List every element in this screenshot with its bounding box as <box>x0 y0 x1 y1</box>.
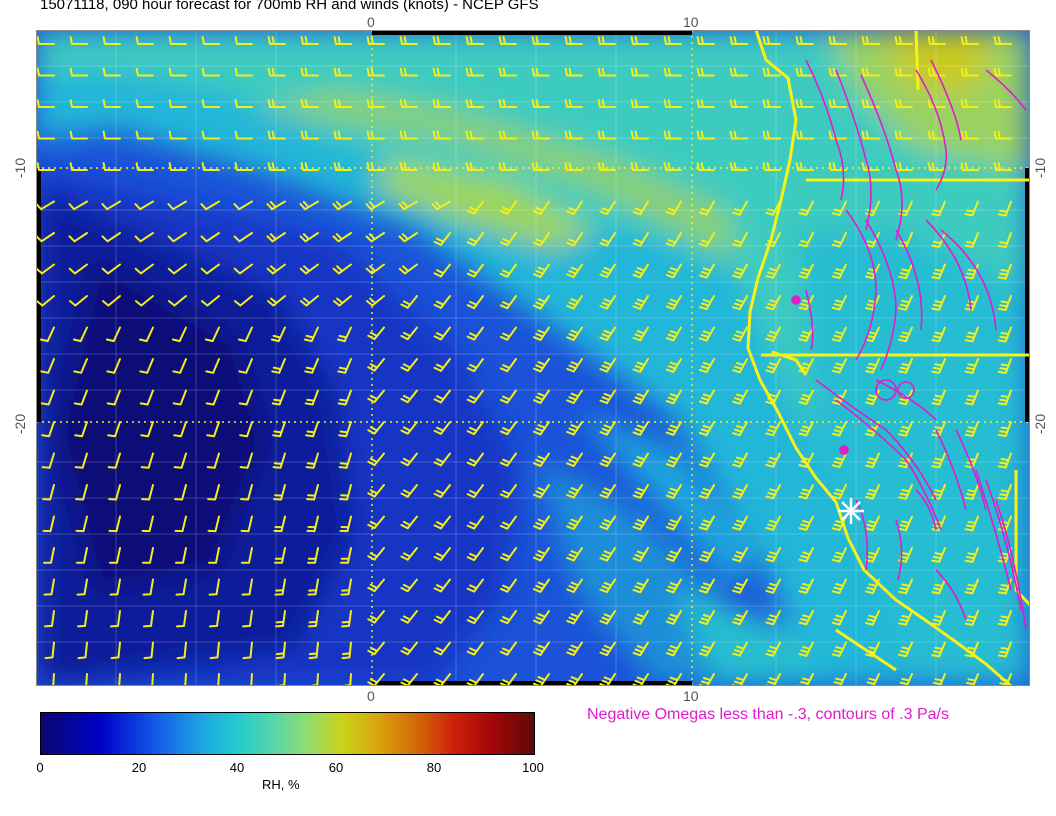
map-title: 15071118, 090 hour forecast for 700mb RH… <box>40 0 539 13</box>
omega-note: Negative Omegas less than -.3, contours … <box>587 706 949 723</box>
colorbar-tick-80: 80 <box>426 760 442 775</box>
rh-colorbar <box>40 712 535 755</box>
colorbar-tick-0: 0 <box>36 760 44 775</box>
colorbar-tick-20: 20 <box>131 760 147 775</box>
top-tick-0: 0 <box>367 14 375 30</box>
colorbar-tick-100: 100 <box>522 760 544 775</box>
right-tick-minus20: -20 <box>1032 413 1049 435</box>
left-tick-minus20: -20 <box>12 413 29 435</box>
right-tick-minus10: -10 <box>1032 157 1049 179</box>
colorbar-tick-60: 60 <box>328 760 344 775</box>
left-tick-minus10: -10 <box>12 157 29 179</box>
colorbar-tick-40: 40 <box>229 760 245 775</box>
bottom-tick-0: 0 <box>367 688 375 704</box>
rh-map-panel <box>36 30 1030 686</box>
bottom-tick-10: 10 <box>683 688 699 704</box>
colorbar-label: RH, % <box>262 777 300 792</box>
top-tick-10: 10 <box>683 14 699 30</box>
